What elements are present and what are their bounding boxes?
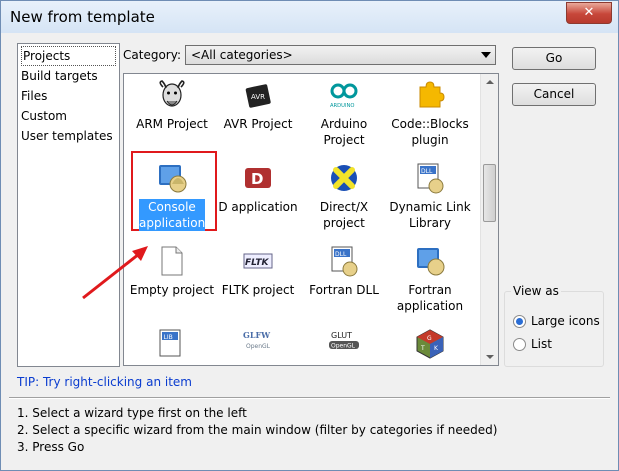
category-value: <All categories> xyxy=(191,48,293,62)
go-button[interactable]: Go xyxy=(512,47,596,70)
dialog-body: Projects Build targets Files Custom User… xyxy=(9,33,610,463)
opengl-badge: OpenGL xyxy=(331,343,356,350)
opengl-badge: OpenGL xyxy=(246,343,271,350)
template-glfw-project[interactable]: GLFW OpenGL xyxy=(215,328,301,365)
template-grid-scrollbar[interactable] xyxy=(480,74,498,365)
template-dynamic-link-library[interactable]: DLL Dynamic Link Library xyxy=(387,162,473,232)
template-label: D application xyxy=(218,200,298,214)
dll-badge: DLL xyxy=(335,251,347,258)
large-icons-label[interactable]: Large icons xyxy=(531,314,600,328)
instruction-step-1: 1. Select a wizard type first on the lef… xyxy=(17,406,247,420)
divider xyxy=(9,397,610,399)
gtk-icon: G T K xyxy=(416,329,444,359)
template-label: Dynamic Link Library xyxy=(389,200,471,230)
template-label: AVR Project xyxy=(223,117,293,131)
sidebar-item-custom[interactable]: Custom xyxy=(18,106,119,126)
instruction-step-2: 2. Select a specific wizard from the mai… xyxy=(17,423,498,437)
instruction-step-3: 3. Press Go xyxy=(17,440,85,454)
sidebar-item-projects[interactable]: Projects xyxy=(21,46,116,66)
template-label: Code::Blocks plugin xyxy=(391,117,469,147)
gnu-icon xyxy=(159,80,185,107)
close-button[interactable]: ✕ xyxy=(566,2,612,24)
glut-icon: GLUT OpenGL xyxy=(329,331,359,350)
list-radio[interactable] xyxy=(513,338,526,351)
chevron-down-icon xyxy=(481,52,491,58)
dll-badge: DLL xyxy=(421,168,433,175)
dll-icon: DLL xyxy=(417,163,444,194)
glut-badge: GLUT xyxy=(331,331,352,340)
template-fltk-project[interactable]: FLTK FLTK project xyxy=(215,245,301,315)
cancel-button[interactable]: Cancel xyxy=(512,83,596,106)
avr-badge: AVR xyxy=(251,93,265,101)
glfw-icon: GLFW OpenGL xyxy=(243,330,271,350)
template-label: Arduino Project xyxy=(320,117,368,147)
category-label: Category: xyxy=(123,48,181,62)
view-as-group: View as Large icons List xyxy=(504,284,604,367)
template-fortran-dll[interactable]: DLL Fortran DLL xyxy=(301,245,387,315)
fltk-icon: FLTK xyxy=(243,253,273,269)
template-label: ARM Project xyxy=(136,117,208,131)
large-icons-radio[interactable] xyxy=(513,315,526,328)
template-arm-project[interactable]: ARM Project xyxy=(129,79,215,149)
console-app-icon xyxy=(159,165,187,193)
sidebar-item-user-templates[interactable]: User templates xyxy=(18,126,119,146)
template-gtk-project[interactable]: G T K xyxy=(387,328,473,365)
console-app-icon xyxy=(417,248,445,276)
template-avr-project[interactable]: AVR AVR Project xyxy=(215,79,301,149)
puzzle-icon xyxy=(419,81,445,108)
template-arduino-project[interactable]: ARDUINO Arduino Project xyxy=(301,79,387,149)
template-glut-project[interactable]: GLUT OpenGL xyxy=(301,328,387,365)
template-label: Fortran DLL xyxy=(309,283,379,297)
template-static-library[interactable]: LIB xyxy=(129,328,215,365)
lib-icon: LIB xyxy=(159,329,181,357)
avr-chip-icon: AVR xyxy=(245,84,271,108)
arduino-icon: ARDUINO xyxy=(330,83,358,109)
arduino-badge: ARDUINO xyxy=(330,103,354,109)
template-label: Fortran application xyxy=(396,283,464,313)
wizard-type-list: Projects Build targets Files Custom User… xyxy=(17,43,120,367)
red-arrow-annotation xyxy=(82,246,148,300)
directx-icon xyxy=(331,165,357,191)
list-label[interactable]: List xyxy=(531,337,552,351)
view-as-legend: View as xyxy=(511,284,561,298)
d-badge: D xyxy=(251,170,263,188)
sidebar-item-files[interactable]: Files xyxy=(18,86,119,106)
scroll-down-arrow-icon[interactable] xyxy=(481,348,498,365)
category-dropdown[interactable]: <All categories> xyxy=(185,45,496,65)
template-grid: ARM Project AVR AVR Project ARDUINO Ardu… xyxy=(123,73,499,366)
template-label: Direct/X project xyxy=(319,200,369,230)
tip-text: TIP: Try right-clicking an item xyxy=(17,375,192,389)
glfw-badge: GLFW xyxy=(243,330,271,340)
sidebar-item-build-targets[interactable]: Build targets xyxy=(18,66,119,86)
d-lang-icon: D xyxy=(245,168,271,188)
lib-badge: LIB xyxy=(164,334,173,341)
template-label: FLTK project xyxy=(221,283,295,297)
template-directx-project[interactable]: Direct/X project xyxy=(301,162,387,232)
window-title: New from template xyxy=(10,8,155,26)
title-bar: New from template ✕ xyxy=(1,1,618,33)
template-d-application[interactable]: D D application xyxy=(215,162,301,232)
scroll-up-arrow-icon[interactable] xyxy=(481,74,498,91)
template-codeblocks-plugin[interactable]: Code::Blocks plugin xyxy=(387,79,473,149)
fltk-badge: FLTK xyxy=(245,258,270,268)
gtk-t-badge: T xyxy=(420,345,425,352)
scrollbar-thumb[interactable] xyxy=(483,164,496,222)
template-fortran-application[interactable]: Fortran application xyxy=(387,245,473,315)
gtk-g-badge: G xyxy=(427,335,432,342)
new-from-template-dialog: New from template ✕ Projects Build targe… xyxy=(0,0,619,471)
dll-icon: DLL xyxy=(331,246,358,277)
blank-page-icon xyxy=(161,246,183,276)
